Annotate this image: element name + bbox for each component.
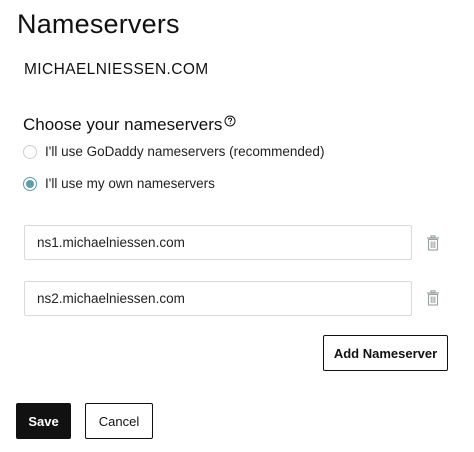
page-title: Nameservers (17, 9, 180, 39)
trash-icon[interactable] (426, 290, 440, 306)
save-button[interactable]: Save (16, 403, 71, 439)
radio-own-nameservers[interactable]: I'll use my own nameservers (23, 175, 215, 193)
trash-icon[interactable] (426, 235, 440, 251)
cancel-button[interactable]: Cancel (85, 403, 153, 439)
question-circle-icon[interactable] (224, 115, 236, 127)
add-nameserver-button[interactable]: Add Nameserver (323, 335, 448, 371)
nameserver-choice-heading: Choose your nameservers (23, 114, 236, 136)
radio-button-unchecked[interactable] (23, 145, 37, 159)
radio-label-godaddy: I'll use GoDaddy nameservers (recommende… (45, 144, 325, 159)
domain-name: MICHAELNIESSEN.COM (24, 61, 209, 78)
nameserver-2-input[interactable] (24, 281, 412, 316)
nameserver-choice-label: Choose your nameservers (23, 115, 223, 134)
nameserver-1-input[interactable] (24, 225, 412, 260)
radio-button-checked[interactable] (23, 177, 37, 191)
radio-godaddy-nameservers[interactable]: I'll use GoDaddy nameservers (recommende… (23, 143, 324, 161)
radio-label-own: I'll use my own nameservers (45, 176, 215, 191)
